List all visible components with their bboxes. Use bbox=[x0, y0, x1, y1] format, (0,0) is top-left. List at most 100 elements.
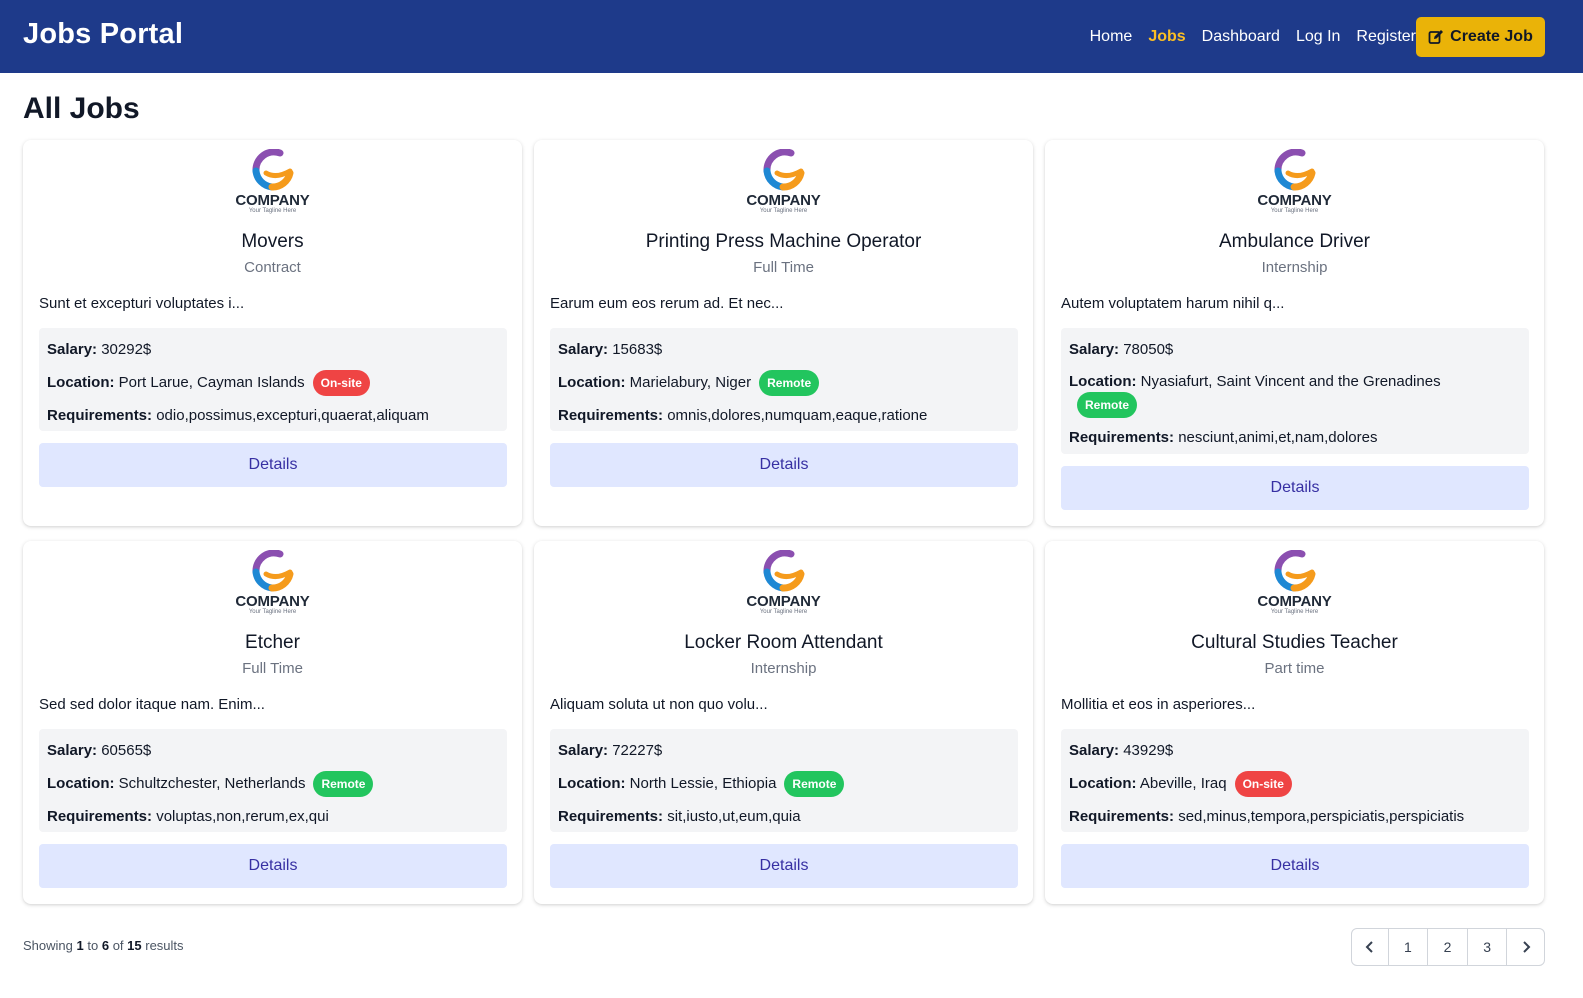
requirements-value: odio,possimus,excepturi,quaerat,aliquam bbox=[156, 407, 429, 424]
location-row: Location: Schultzchester, Netherlands Rem… bbox=[47, 771, 499, 797]
showing-of-word: of bbox=[112, 938, 124, 953]
nav-login[interactable]: Log In bbox=[1296, 28, 1340, 46]
requirements-label: Requirements: bbox=[47, 407, 153, 424]
showing-from: 1 bbox=[76, 938, 84, 953]
requirements-label: Requirements: bbox=[558, 407, 664, 424]
company-logo: COMPANY Your Tagline Here bbox=[1249, 550, 1341, 622]
requirements-label: Requirements: bbox=[1069, 429, 1175, 447]
company-logo: COMPANY Your Tagline Here bbox=[738, 550, 830, 622]
company-logo-name: COMPANY bbox=[1257, 192, 1332, 209]
job-title: Locker Room Attendant bbox=[684, 632, 883, 653]
pagination: 1 2 3 bbox=[1351, 928, 1545, 966]
job-description: Earum eum eos rerum ad. Et nec... bbox=[550, 295, 784, 312]
salary-label: Salary: bbox=[558, 742, 609, 759]
company-logo-name: COMPANY bbox=[235, 593, 310, 610]
work-mode-badge: Remote bbox=[784, 771, 845, 797]
company-logo-tagline: Your Tagline Here bbox=[248, 609, 297, 615]
work-mode-badge: On-site bbox=[1234, 771, 1292, 797]
salary-label: Salary: bbox=[558, 341, 609, 358]
salary-value: 30292$ bbox=[101, 341, 152, 358]
salary-value: 78050$ bbox=[1123, 341, 1174, 358]
prev-page-button[interactable] bbox=[1352, 929, 1389, 965]
job-description: Aliquam soluta ut non quo volu... bbox=[550, 696, 768, 713]
location-label: Location: bbox=[558, 774, 626, 792]
create-job-button[interactable]: Create Job bbox=[1416, 17, 1545, 57]
salary-value: 60565$ bbox=[101, 742, 152, 759]
location-row: Location: Abeville, Iraq On-site bbox=[1069, 771, 1521, 797]
details-button[interactable]: Details bbox=[39, 443, 507, 487]
location-value: Nyasiafurt, Saint Vincent and the Grenad… bbox=[1140, 373, 1441, 390]
job-type: Contract bbox=[244, 259, 301, 276]
salary-value: 43929$ bbox=[1123, 742, 1174, 759]
company-logo: COMPANY Your Tagline Here bbox=[227, 550, 319, 622]
showing-to-word: to bbox=[87, 938, 99, 953]
requirements-value: voluptas,non,rerum,ex,qui bbox=[156, 808, 329, 825]
company-logo-name: COMPANY bbox=[1257, 593, 1332, 610]
page-2-button[interactable]: 2 bbox=[1428, 929, 1468, 965]
requirements-value: sit,iusto,ut,eum,quia bbox=[667, 808, 801, 825]
page-1-button[interactable]: 1 bbox=[1389, 929, 1429, 965]
company-logo: COMPANY Your Tagline Here bbox=[738, 149, 830, 221]
page-title: All Jobs bbox=[23, 92, 140, 125]
location-value: Schultzchester, Netherlands bbox=[118, 774, 306, 792]
salary-row: Salary: 30292$ bbox=[47, 338, 499, 362]
details-button[interactable]: Details bbox=[39, 844, 507, 888]
company-logo: COMPANY Your Tagline Here bbox=[1249, 149, 1341, 221]
company-logo-tagline: Your Tagline Here bbox=[759, 208, 808, 214]
location-label: Location: bbox=[1069, 774, 1137, 792]
salary-label: Salary: bbox=[47, 341, 98, 358]
requirements-row: Requirements: odio,possimus,excepturi,qu… bbox=[47, 404, 499, 428]
brand-logo-text[interactable]: Jobs Portal bbox=[23, 18, 183, 51]
showing-results-word: results bbox=[145, 938, 184, 953]
details-button[interactable]: Details bbox=[550, 844, 1018, 888]
job-card: COMPANY Your Tagline Here Locker Room Atte… bbox=[534, 541, 1033, 904]
salary-row: Salary: 60565$ bbox=[47, 739, 499, 763]
nav-home[interactable]: Home bbox=[1090, 28, 1133, 46]
requirements-value: nesciunt,animi,et,nam,dolores bbox=[1178, 429, 1378, 447]
location-value: Marielabury, Niger bbox=[629, 373, 752, 391]
job-card: COMPANY Your Tagline Here Printing Press M… bbox=[534, 140, 1033, 526]
next-page-button[interactable] bbox=[1507, 929, 1544, 965]
edit-icon bbox=[1428, 30, 1444, 44]
location-value: Port Larue, Cayman Islands bbox=[118, 373, 305, 391]
showing-to: 6 bbox=[101, 938, 110, 953]
company-logo-tagline: Your Tagline Here bbox=[759, 609, 808, 615]
nav-jobs[interactable]: Jobs bbox=[1148, 28, 1185, 46]
salary-value: 15683$ bbox=[612, 341, 663, 358]
job-type: Internship bbox=[750, 660, 817, 677]
work-mode-badge: Remote bbox=[1077, 392, 1138, 419]
nav-dashboard[interactable]: Dashboard bbox=[1202, 28, 1280, 46]
details-button[interactable]: Details bbox=[1061, 844, 1529, 888]
salary-label: Salary: bbox=[1069, 742, 1120, 759]
job-card: COMPANY Your Tagline Here Cultural Studies… bbox=[1045, 541, 1544, 904]
top-navbar: Jobs Portal Home Jobs Dashboard Log In R… bbox=[0, 0, 1583, 73]
requirements-value: sed,minus,tempora,perspiciatis,perspicia… bbox=[1178, 808, 1465, 825]
job-type: Full Time bbox=[753, 259, 814, 276]
nav-register[interactable]: Register bbox=[1356, 28, 1416, 46]
job-card: COMPANY Your Tagline Here Movers Contract Su… bbox=[23, 140, 522, 526]
job-card: COMPANY Your Tagline Here Ambulance Driver… bbox=[1045, 140, 1544, 526]
location-row: Location: Port Larue, Cayman Islands On-s… bbox=[47, 370, 499, 396]
job-title: Etcher bbox=[245, 632, 300, 653]
details-button[interactable]: Details bbox=[1061, 466, 1529, 510]
job-title: Printing Press Machine Operator bbox=[645, 231, 922, 252]
job-description: Autem voluptatem harum nihil q... bbox=[1061, 295, 1285, 312]
location-label: Location: bbox=[47, 373, 115, 391]
details-button[interactable]: Details bbox=[550, 443, 1018, 487]
requirements-label: Requirements: bbox=[1069, 808, 1175, 825]
company-logo: COMPANY Your Tagline Here bbox=[227, 149, 319, 221]
company-logo-tagline: Your Tagline Here bbox=[1270, 208, 1319, 214]
salary-row: Salary: 43929$ bbox=[1069, 739, 1521, 763]
page-3-button[interactable]: 3 bbox=[1468, 929, 1508, 965]
requirements-label: Requirements: bbox=[558, 808, 664, 825]
company-logo-name: COMPANY bbox=[746, 593, 821, 610]
salary-label: Salary: bbox=[47, 742, 98, 759]
chevron-right-icon bbox=[1522, 941, 1531, 953]
job-type: Internship bbox=[1261, 259, 1328, 276]
job-type: Part time bbox=[1264, 660, 1325, 677]
job-title: Ambulance Driver bbox=[1219, 231, 1370, 252]
work-mode-badge: Remote bbox=[759, 370, 820, 396]
job-type: Full Time bbox=[242, 660, 303, 677]
location-row: Location: North Lessie, Ethiopia Remote bbox=[558, 771, 1010, 797]
company-logo-tagline: Your Tagline Here bbox=[1270, 609, 1319, 615]
